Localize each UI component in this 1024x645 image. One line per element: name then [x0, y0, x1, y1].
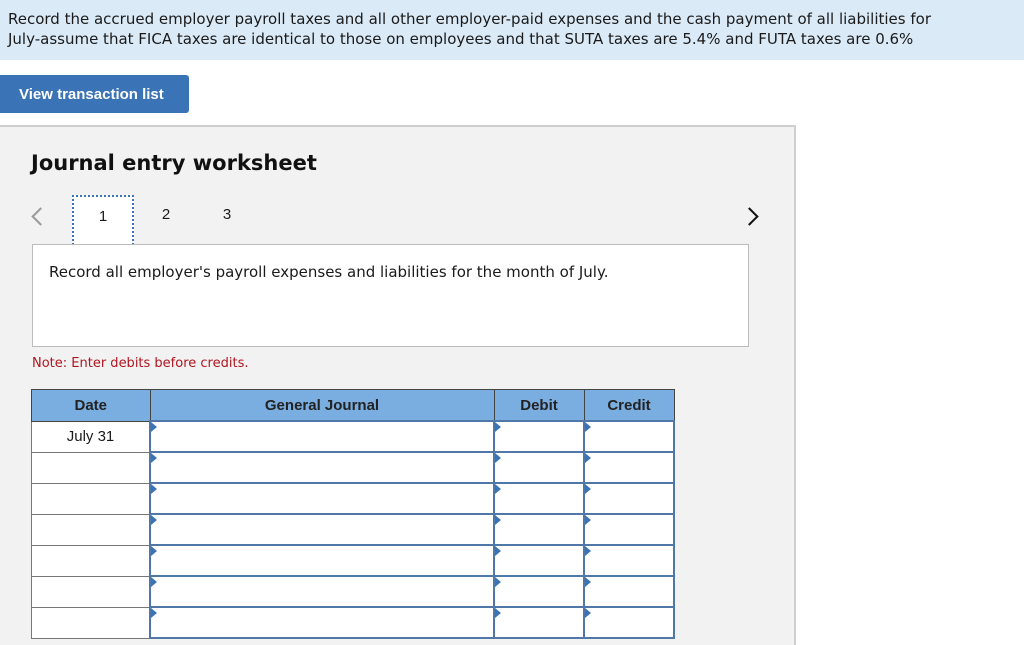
chevron-right-icon: [740, 207, 759, 226]
column-header-debit: Debit: [493, 389, 585, 422]
journal-row: [31, 575, 675, 608]
date-cell[interactable]: [31, 575, 151, 608]
tab-entry-3[interactable]: 3: [196, 195, 258, 245]
debit-input[interactable]: [493, 420, 585, 453]
entry-instruction-box: Record all employer's payroll expenses a…: [32, 244, 749, 347]
account-select[interactable]: [149, 451, 495, 484]
credit-input[interactable]: [583, 482, 675, 515]
account-select[interactable]: [149, 544, 495, 577]
date-cell[interactable]: [31, 482, 151, 515]
date-cell[interactable]: [31, 513, 151, 546]
credit-input[interactable]: [583, 451, 675, 484]
debit-input[interactable]: [493, 482, 585, 515]
date-cell[interactable]: [31, 606, 151, 639]
credit-input[interactable]: [583, 513, 675, 546]
journal-row: [31, 451, 675, 484]
journal-row: July 31: [31, 420, 675, 453]
journal-row: [31, 482, 675, 515]
account-select[interactable]: [149, 513, 495, 546]
banner-line-1: Record the accrued employer payroll taxe…: [8, 10, 931, 28]
column-header-credit: Credit: [583, 389, 675, 422]
entry-note: Note: Enter debits before credits.: [32, 356, 249, 371]
account-select[interactable]: [149, 420, 495, 453]
next-entry-button[interactable]: [740, 201, 759, 229]
journal-table: Date General Journal Debit Credit July 3…: [31, 389, 675, 639]
journal-entry-worksheet-panel: Journal entry worksheet 1 2 3 Record all…: [0, 125, 796, 645]
page-title: Journal entry worksheet: [31, 151, 317, 175]
account-select[interactable]: [149, 482, 495, 515]
view-transaction-list-button[interactable]: View transaction list: [0, 75, 189, 113]
debit-input[interactable]: [493, 513, 585, 546]
account-select[interactable]: [149, 606, 495, 639]
column-header-general-journal: General Journal: [149, 389, 495, 422]
journal-row: [31, 513, 675, 546]
date-cell[interactable]: [31, 451, 151, 484]
credit-input[interactable]: [583, 575, 675, 608]
tab-entry-2[interactable]: 2: [135, 195, 197, 245]
debit-input[interactable]: [493, 451, 585, 484]
credit-input[interactable]: [583, 420, 675, 453]
debit-input[interactable]: [493, 575, 585, 608]
banner-line-2: July-assume that FICA taxes are identica…: [8, 30, 914, 48]
journal-header-row: Date General Journal Debit Credit: [31, 389, 675, 422]
chevron-left-icon: [31, 207, 50, 226]
journal-row: [31, 606, 675, 639]
column-header-date: Date: [31, 389, 151, 422]
account-select[interactable]: [149, 575, 495, 608]
previous-entry-button[interactable]: [31, 201, 50, 229]
credit-input[interactable]: [583, 606, 675, 639]
journal-row: [31, 544, 675, 577]
date-cell[interactable]: [31, 544, 151, 577]
debit-input[interactable]: [493, 606, 585, 639]
debit-input[interactable]: [493, 544, 585, 577]
date-cell[interactable]: July 31: [31, 420, 151, 453]
tab-entry-1[interactable]: 1: [72, 195, 134, 245]
instructions-banner: Record the accrued employer payroll taxe…: [0, 0, 1024, 60]
credit-input[interactable]: [583, 544, 675, 577]
entry-instruction-text: Record all employer's payroll expenses a…: [49, 263, 609, 281]
